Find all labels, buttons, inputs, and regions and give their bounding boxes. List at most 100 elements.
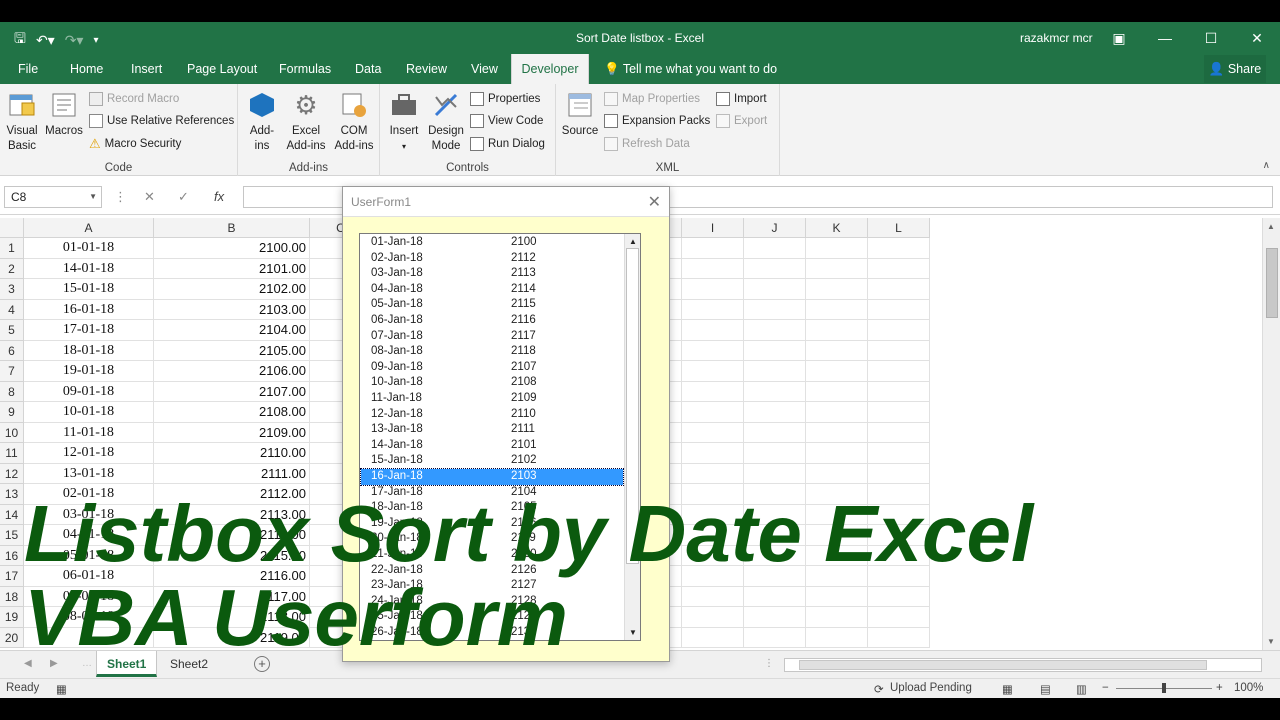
design-mode-button[interactable]: Design Mode: [426, 90, 466, 154]
cell[interactable]: [806, 443, 868, 464]
zoom-slider-thumb[interactable]: [1162, 683, 1166, 693]
use-relative-references-button[interactable]: Use Relative References: [89, 112, 234, 130]
scroll-up-icon[interactable]: ▲: [1267, 222, 1275, 231]
tab-view[interactable]: View: [463, 54, 506, 84]
scroll-down-icon[interactable]: ▼: [1267, 637, 1275, 646]
cell[interactable]: 17-01-18: [24, 320, 154, 341]
row-header[interactable]: 14: [0, 504, 24, 525]
properties-button[interactable]: Properties: [470, 90, 540, 108]
cell[interactable]: [868, 586, 930, 607]
row-header[interactable]: 15: [0, 525, 24, 546]
cell[interactable]: 10-01-18: [24, 402, 154, 423]
cell[interactable]: [806, 463, 868, 484]
cell[interactable]: [682, 279, 744, 300]
cell[interactable]: [806, 320, 868, 341]
row-header[interactable]: 19: [0, 607, 24, 628]
record-macro-button[interactable]: Record Macro: [89, 90, 179, 108]
cell[interactable]: [868, 463, 930, 484]
cell[interactable]: 2108.00: [154, 402, 310, 423]
cell[interactable]: 11-01-18: [24, 422, 154, 443]
cell[interactable]: [744, 443, 806, 464]
cell[interactable]: [744, 238, 806, 259]
column-header-k[interactable]: K: [806, 218, 868, 238]
cell[interactable]: 2102.00: [154, 279, 310, 300]
list-item[interactable]: 15-Jan-18 2102: [361, 453, 623, 469]
column-header-b[interactable]: B: [154, 218, 310, 238]
listbox-scrollbar[interactable]: ▲ ▼: [624, 234, 640, 640]
scroll-up-icon[interactable]: ▲: [629, 237, 637, 246]
cell[interactable]: [744, 607, 806, 628]
tab-file[interactable]: File: [10, 54, 46, 84]
row-header[interactable]: 20: [0, 627, 24, 648]
vertical-scrollbar[interactable]: ▲ ▼: [1262, 218, 1280, 650]
chevron-down-icon[interactable]: ▼: [89, 187, 97, 207]
list-item[interactable]: 07-Jan-18 2117: [361, 329, 623, 345]
com-addins-button[interactable]: COM Add-ins: [332, 90, 376, 154]
cell[interactable]: [682, 443, 744, 464]
cell[interactable]: [682, 607, 744, 628]
row-header[interactable]: 16: [0, 545, 24, 566]
cell[interactable]: [868, 627, 930, 648]
zoom-level[interactable]: 100%: [1234, 682, 1263, 694]
tab-page-layout[interactable]: Page Layout: [179, 54, 265, 84]
cell[interactable]: 2105.00: [154, 340, 310, 361]
cell[interactable]: [868, 422, 930, 443]
hscroll-thumb[interactable]: [799, 660, 1207, 670]
cell[interactable]: [744, 402, 806, 423]
normal-view-icon[interactable]: ▦: [1002, 682, 1013, 696]
cell[interactable]: 2101.00: [154, 258, 310, 279]
cell[interactable]: [868, 361, 930, 382]
cell[interactable]: [806, 422, 868, 443]
cell[interactable]: [806, 381, 868, 402]
scroll-down-icon[interactable]: ▼: [629, 628, 637, 637]
cell[interactable]: [744, 340, 806, 361]
enter-icon[interactable]: ✓: [178, 186, 189, 208]
addins-button[interactable]: Add- ins: [244, 90, 280, 154]
cell[interactable]: [682, 361, 744, 382]
cell[interactable]: 2107.00: [154, 381, 310, 402]
cell[interactable]: [806, 627, 868, 648]
list-item[interactable]: 09-Jan-18 2107: [361, 360, 623, 376]
row-header[interactable]: 1: [0, 238, 24, 259]
select-all-corner[interactable]: [0, 218, 24, 238]
page-layout-view-icon[interactable]: ▤: [1040, 682, 1051, 696]
tab-insert[interactable]: Insert: [123, 54, 170, 84]
scrollbar-thumb[interactable]: [1266, 248, 1278, 318]
cell[interactable]: [744, 422, 806, 443]
macro-recording-icon[interactable]: ▦: [56, 682, 67, 696]
list-item[interactable]: 11-Jan-18 2109: [361, 391, 623, 407]
row-header[interactable]: 4: [0, 299, 24, 320]
cell[interactable]: 13-01-18: [24, 463, 154, 484]
cell[interactable]: [744, 586, 806, 607]
view-code-button[interactable]: View Code: [470, 112, 543, 130]
list-item[interactable]: 01-Jan-18 2100: [361, 235, 623, 251]
list-item[interactable]: 08-Jan-18 2118: [361, 344, 623, 360]
cell[interactable]: 2103.00: [154, 299, 310, 320]
source-button[interactable]: Source: [560, 90, 600, 139]
excel-addins-button[interactable]: ⚙ Excel Add-ins: [284, 90, 328, 154]
cell[interactable]: [806, 238, 868, 259]
column-header-l[interactable]: L: [868, 218, 930, 238]
cell[interactable]: [806, 361, 868, 382]
cell[interactable]: [806, 586, 868, 607]
row-header[interactable]: 11: [0, 443, 24, 464]
list-item[interactable]: 16-Jan-18 2103: [360, 468, 624, 486]
cell[interactable]: [744, 299, 806, 320]
cell[interactable]: [868, 238, 930, 259]
cell[interactable]: [868, 340, 930, 361]
cell[interactable]: [682, 586, 744, 607]
cell[interactable]: [682, 320, 744, 341]
tab-home[interactable]: Home: [62, 54, 111, 84]
close-icon[interactable]: ✕: [1234, 22, 1280, 54]
export-button[interactable]: Export: [716, 112, 767, 130]
cell[interactable]: 09-01-18: [24, 381, 154, 402]
row-header[interactable]: 8: [0, 381, 24, 402]
cell[interactable]: 19-01-18: [24, 361, 154, 382]
tab-data[interactable]: Data: [347, 54, 389, 84]
cell[interactable]: 12-01-18: [24, 443, 154, 464]
cell[interactable]: [868, 279, 930, 300]
row-header[interactable]: 2: [0, 258, 24, 279]
column-header-j[interactable]: J: [744, 218, 806, 238]
insert-function-icon[interactable]: fx: [214, 186, 224, 208]
zoom-in-icon[interactable]: +: [1216, 682, 1223, 694]
